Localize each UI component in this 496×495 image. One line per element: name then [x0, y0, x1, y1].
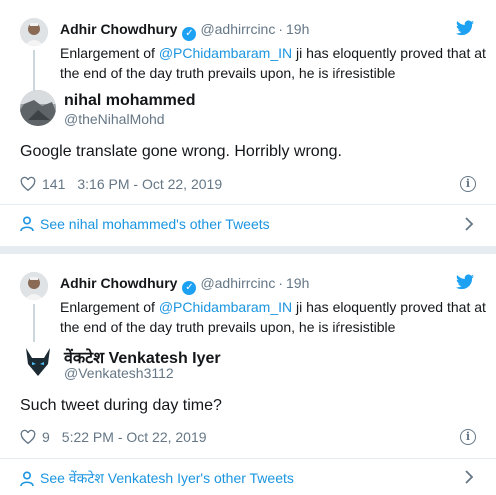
twitter-bird-icon[interactable] — [456, 20, 474, 36]
quoted-author-handle[interactable]: @adhirrcinc — [200, 21, 275, 37]
quoted-author-name[interactable]: Adhir Chowdhury — [60, 275, 177, 291]
avatar[interactable] — [20, 272, 48, 300]
see-other-tweets-link[interactable]: See nihal mohammed's other Tweets — [20, 216, 270, 232]
avatar[interactable] — [20, 90, 56, 126]
heart-icon[interactable] — [20, 176, 36, 192]
timestamp-link[interactable]: 5:22 PM - Oct 22, 2019 — [62, 429, 207, 445]
timestamp-link[interactable]: 3:16 PM - Oct 22, 2019 — [77, 176, 222, 192]
see-other-tweets-label[interactable]: See वेंकटेश Venkatesh Iyer's other Tweet… — [40, 469, 294, 488]
info-icon[interactable]: i — [460, 429, 476, 445]
quoted-time[interactable]: 19h — [286, 21, 309, 37]
verified-badge-icon: ✓ — [182, 27, 197, 41]
tweet-card: Adhir Chowdhury ✓ @adhirrcinc · 19h Enlargem… — [0, 254, 496, 495]
avatar[interactable] — [20, 18, 48, 46]
thread-line — [33, 304, 35, 342]
avatar[interactable] — [20, 344, 56, 380]
quoted-text-part: Enlargement of — [60, 299, 159, 315]
like-count[interactable]: 141 — [42, 176, 65, 192]
thread-line — [33, 50, 35, 92]
quoted-tweet-text: Enlargement of @PChidambaram_IN ji has e… — [60, 43, 490, 83]
divider — [0, 204, 496, 205]
reply-author-handle[interactable]: @theNihalMohd — [64, 111, 165, 127]
verified-badge-icon: ✓ — [182, 281, 197, 295]
quoted-time[interactable]: 19h — [286, 275, 309, 291]
person-icon — [20, 470, 34, 486]
see-other-tweets-label[interactable]: See nihal mohammed's other Tweets — [40, 216, 270, 232]
separator-dot: · — [278, 275, 284, 291]
reply-author-name[interactable]: nihal mohammed — [64, 92, 196, 110]
tweet-card: Adhir Chowdhury ✓ @adhirrcinc · 19h Enlargem… — [0, 0, 496, 246]
see-other-tweets-link[interactable]: See वेंकटेश Venkatesh Iyer's other Tweet… — [20, 469, 294, 488]
tweet-meta: 9 5:22 PM - Oct 22, 2019 — [20, 429, 207, 445]
quoted-text-part: Enlargement of — [60, 45, 159, 61]
divider — [0, 458, 496, 459]
chevron-right-icon[interactable] — [464, 217, 474, 231]
quoted-author-handle[interactable]: @adhirrcinc — [200, 275, 275, 291]
person-icon — [20, 216, 34, 232]
heart-icon[interactable] — [20, 429, 36, 445]
quoted-tweet-text: Enlargement of @PChidambaram_IN ji has e… — [60, 297, 490, 337]
info-icon[interactable]: i — [460, 176, 476, 192]
reply-tweet-text: Google translate gone wrong. Horribly wr… — [20, 143, 342, 160]
like-count[interactable]: 9 — [42, 429, 50, 445]
chevron-right-icon[interactable] — [464, 470, 474, 484]
reply-author-handle[interactable]: @Venkatesh3112 — [64, 365, 174, 381]
reply-tweet-text: Such tweet during day time? — [20, 397, 222, 414]
separator-dot: · — [278, 21, 284, 37]
mention-link[interactable]: @PChidambaram_IN — [159, 45, 292, 61]
tweet-meta: 141 3:16 PM - Oct 22, 2019 — [20, 176, 222, 192]
mention-link[interactable]: @PChidambaram_IN — [159, 299, 292, 315]
quoted-author-name[interactable]: Adhir Chowdhury — [60, 21, 177, 37]
twitter-bird-icon[interactable] — [456, 274, 474, 290]
